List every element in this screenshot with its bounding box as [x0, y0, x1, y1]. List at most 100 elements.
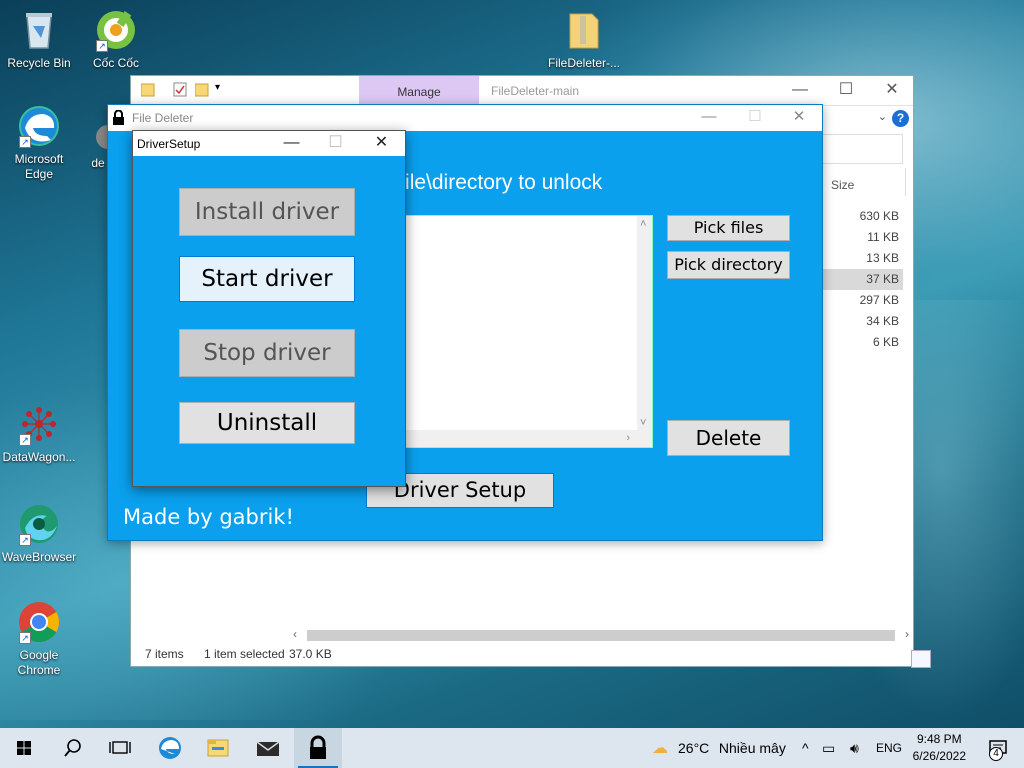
maximize-button[interactable]: ☐	[732, 105, 778, 131]
desktop-icon-chrome[interactable]: ↗ Google Chrome	[1, 600, 77, 678]
scroll-right-icon[interactable]: ›	[905, 627, 909, 641]
taskbar-edge[interactable]	[146, 728, 194, 768]
search-box[interactable]	[821, 134, 903, 164]
desktop-icon-recycle-bin[interactable]: Recycle Bin	[1, 8, 77, 71]
file-deleter-title: File Deleter	[132, 111, 194, 125]
install-driver-button[interactable]: Install driver	[179, 188, 355, 236]
taskbar: ☁ 26°C Nhiều mây ^ ▭ 🔊︎ ENG 9:48 PM 6/26/…	[0, 728, 1024, 768]
file-row-size[interactable]: 630 KB	[823, 206, 903, 227]
folder-icon	[207, 739, 229, 757]
vertical-scrollbar[interactable]: ˄ ˅	[637, 216, 652, 431]
clock[interactable]: 9:48 PM 6/26/2022	[913, 731, 966, 765]
file-deleter-title-bar: File Deleter — ☐ ✕	[108, 105, 822, 131]
clock-time: 9:48 PM	[916, 732, 962, 746]
minimize-button[interactable]: —	[269, 131, 314, 156]
file-row-size[interactable]: 11 KB	[823, 227, 903, 248]
mail-icon	[256, 741, 280, 756]
file-list-box[interactable]: ˄ ˅ ›	[404, 215, 653, 448]
desktop-icon-wavebrowser[interactable]: ↗ WaveBrowser	[1, 502, 77, 565]
zip-folder-icon	[562, 8, 606, 52]
uninstall-button[interactable]: Uninstall	[179, 402, 355, 444]
shortcut-arrow-icon: ↗	[19, 136, 31, 148]
driver-setup-title: DriverSetup	[137, 137, 201, 151]
status-bar: 7 items 1 item selected 37.0 KB	[131, 642, 931, 668]
taskbar-file-explorer[interactable]	[194, 728, 242, 768]
clock-date: 6/26/2022	[912, 749, 966, 763]
search-button[interactable]	[48, 728, 96, 768]
chrome-icon: ↗	[17, 600, 61, 644]
file-row-size[interactable]: 34 KB	[823, 311, 903, 332]
close-button[interactable]: ✕	[776, 105, 822, 131]
weather-widget[interactable]: ☁ 26°C Nhiều mây	[652, 728, 786, 768]
scroll-thumb[interactable]	[307, 630, 895, 641]
minimize-button[interactable]: —	[777, 76, 823, 106]
scroll-left-icon[interactable]: ‹	[293, 627, 297, 641]
taskbar-mail[interactable]	[244, 728, 292, 768]
delete-button[interactable]: Delete	[667, 420, 790, 456]
edge-icon	[159, 737, 181, 759]
column-header-size[interactable]: Size	[831, 178, 854, 192]
desktop-icon-label: Cốc Cốc	[92, 56, 139, 70]
scroll-up-icon[interactable]: ˄	[640, 218, 646, 230]
tab-manage[interactable]: Manage	[359, 76, 479, 106]
author-credit: Made by gabrik!	[123, 505, 294, 529]
desktop-icon-datawagon[interactable]: ↗ DataWagon...	[1, 402, 77, 465]
close-button[interactable]: ✕	[359, 131, 404, 156]
desktop-icon-filedeleter[interactable]: FileDeleter-...	[546, 8, 622, 71]
desktop-icon-label: Microsoft Edge	[14, 152, 64, 181]
coccoc-icon: ↗	[94, 8, 138, 52]
show-hidden-icons-button[interactable]: ^	[802, 728, 809, 768]
folder-icon	[140, 82, 155, 98]
file-row-size[interactable]: 13 KB	[823, 248, 903, 269]
explorer-title-bar: ▾ Manage FileDeleter-main — ☐ ✕	[131, 76, 913, 106]
pick-directory-button[interactable]: Pick directory	[667, 251, 790, 279]
windows-icon	[17, 741, 31, 755]
pick-files-button[interactable]: Pick files	[667, 215, 790, 241]
maximize-button[interactable]: ☐	[823, 76, 869, 106]
desktop-icon-label: Google Chrome	[17, 648, 61, 677]
customize-toolbar-icon[interactable]: ▾	[215, 82, 229, 98]
status-item-count: 7 items	[145, 647, 184, 661]
expand-ribbon-icon[interactable]: ⌄	[878, 110, 887, 123]
scroll-down-icon[interactable]: ˅	[640, 417, 646, 429]
file-size-list: 630 KB 11 KB 13 KB 37 KB 297 KB 34 KB 6 …	[823, 206, 903, 353]
desktop-icon-edge[interactable]: ↗ Microsoft Edge	[1, 104, 77, 182]
shortcut-arrow-icon: ↗	[19, 632, 31, 644]
language-indicator[interactable]: ENG	[876, 728, 902, 768]
file-row-size[interactable]: 6 KB	[823, 332, 903, 353]
datawagon-icon: ↗	[17, 402, 61, 446]
desktop-icon-coccoc[interactable]: ↗ Cốc Cốc	[78, 8, 154, 71]
stop-driver-button[interactable]: Stop driver	[179, 329, 355, 377]
search-icon	[64, 739, 81, 757]
large-icons-view-icon[interactable]	[911, 650, 931, 668]
shortcut-arrow-icon: ↗	[96, 40, 108, 52]
volume-icon[interactable]: 🔊︎	[850, 728, 859, 768]
taskbar-file-deleter[interactable]	[294, 728, 342, 768]
column-divider	[905, 168, 906, 196]
start-driver-button[interactable]: Start driver	[179, 256, 355, 302]
task-view-button[interactable]	[96, 728, 144, 768]
maximize-button[interactable]: ☐	[313, 131, 358, 156]
help-button[interactable]: ?	[892, 110, 909, 127]
weather-temperature: 26°C	[678, 740, 710, 756]
start-button[interactable]	[0, 728, 48, 768]
new-folder-icon[interactable]	[194, 82, 209, 98]
desktop-icon-label: de	[91, 156, 105, 170]
minimize-button[interactable]: —	[686, 105, 732, 131]
lock-icon	[310, 735, 326, 759]
network-icon[interactable]: ▭	[822, 728, 835, 768]
gear-icon	[88, 122, 120, 152]
notification-button[interactable]: 4	[976, 728, 1024, 768]
file-row-size-selected[interactable]: 37 KB	[823, 269, 903, 290]
weather-cloud-icon: ☁	[652, 740, 668, 757]
properties-icon[interactable]	[173, 82, 187, 98]
weather-description: Nhiều mây	[718, 740, 786, 756]
scroll-right-icon[interactable]: ›	[626, 432, 630, 444]
wavebrowser-icon: ↗	[17, 502, 61, 546]
shortcut-arrow-icon: ↗	[19, 534, 31, 546]
horizontal-scrollbar[interactable]: ›	[405, 430, 652, 447]
desktop-icon-label: FileDeleter-...	[547, 56, 621, 70]
close-button[interactable]: ✕	[869, 76, 915, 106]
file-row-size[interactable]: 297 KB	[823, 290, 903, 311]
edge-icon: ↗	[17, 104, 61, 148]
